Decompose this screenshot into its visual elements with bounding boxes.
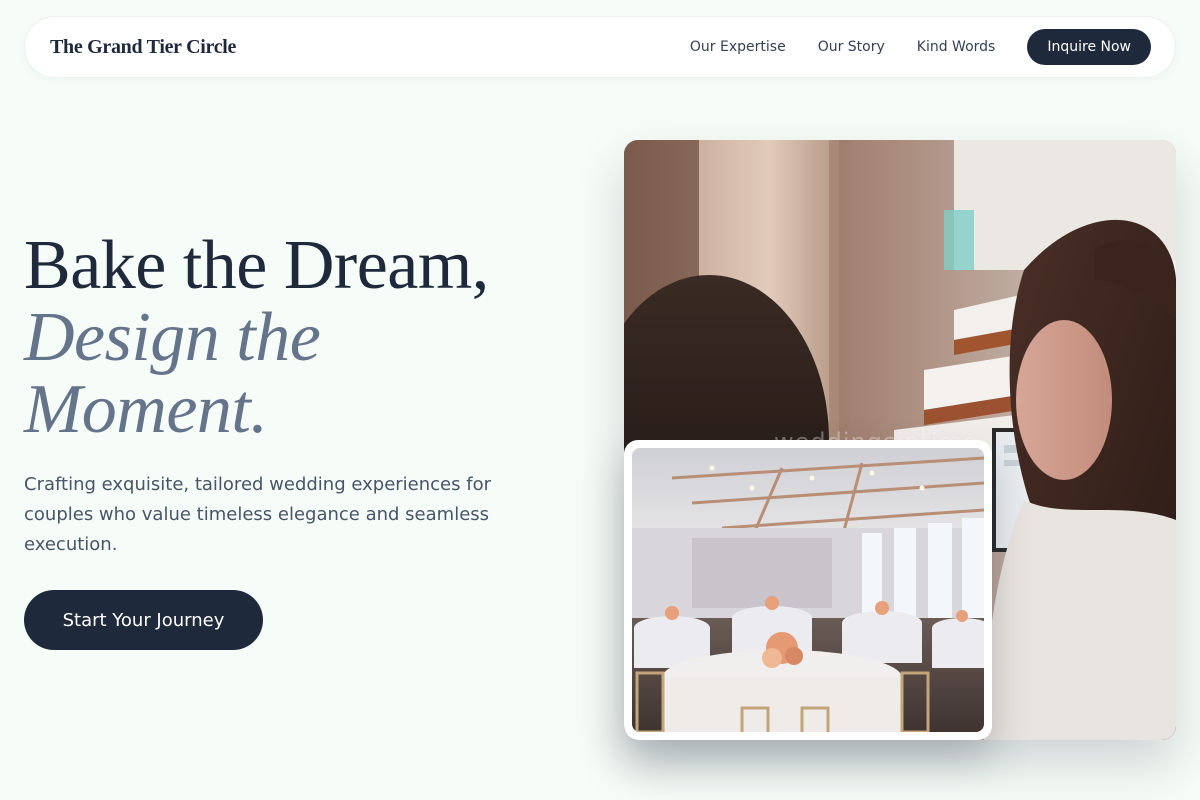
navbar: The Grand Tier Circle Our Expertise Our … [24,16,1176,78]
hero-title: Bake the Dream, Design the Moment. [24,230,584,446]
brand-logo[interactable]: The Grand Tier Circle [50,36,236,59]
start-journey-button[interactable]: Start Your Journey [24,590,263,650]
hero-inset-photo [624,440,992,740]
nav-links: Our Expertise Our Story Kind Words Inqui… [690,29,1151,65]
hero-title-accent-line2: Moment. [24,371,268,448]
page: The Grand Tier Circle Our Expertise Our … [0,0,1200,800]
hero-subtitle: Crafting exquisite, tailored wedding exp… [24,474,491,555]
inquire-now-button[interactable]: Inquire Now [1027,29,1151,65]
nav-link-our-story[interactable]: Our Story [818,39,885,55]
nav-link-kind-words[interactable]: Kind Words [917,39,996,55]
hero-title-line1: Bake the Dream, [24,227,489,304]
hero-title-accent-line1: Design the [24,299,321,376]
nav-link-our-expertise[interactable]: Our Expertise [690,39,786,55]
reception-hall-image [632,448,984,732]
